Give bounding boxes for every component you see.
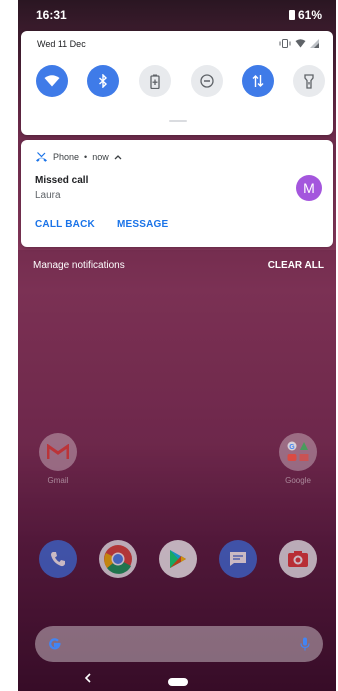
svg-text:G: G	[289, 444, 295, 451]
status-bar: 16:31 61%	[18, 0, 336, 28]
dock-chrome[interactable]	[98, 540, 138, 578]
qs-system-icons	[279, 39, 319, 48]
notification-separator: •	[84, 152, 88, 162]
notification-caller: Laura	[35, 190, 61, 201]
wifi-icon	[44, 75, 60, 87]
do-not-disturb-icon	[200, 74, 214, 88]
home-button[interactable]	[168, 678, 188, 686]
clear-all-button[interactable]: CLEAR ALL	[268, 260, 324, 271]
gmail-icon	[39, 433, 77, 471]
notification-actions: CALL BACK MESSAGE	[35, 219, 168, 230]
cell-signal-icon	[310, 39, 319, 48]
qs-tiles	[36, 65, 326, 97]
messages-icon	[219, 540, 257, 578]
phone-icon	[39, 540, 77, 578]
tile-mobile-data[interactable]	[242, 65, 274, 97]
status-time: 16:31	[36, 8, 67, 22]
quick-settings-panel: Wed 11 Dec	[21, 31, 333, 135]
missed-call-icon	[36, 152, 47, 162]
notification-header: Phone • now	[35, 152, 122, 162]
qs-date: Wed 11 Dec	[37, 39, 86, 49]
app-gmail[interactable]: Gmail	[38, 433, 78, 485]
dock-camera[interactable]	[278, 540, 318, 578]
message-button[interactable]: MESSAGE	[117, 219, 168, 230]
tile-battery-saver[interactable]	[139, 65, 171, 97]
google-logo-icon	[49, 638, 61, 650]
battery-indicator: 61%	[288, 8, 322, 22]
notification-title: Missed call	[35, 175, 89, 186]
battery-saver-icon	[150, 74, 160, 89]
back-chevron-icon[interactable]	[84, 672, 92, 684]
notification-time: now	[92, 152, 109, 162]
dock-messages[interactable]	[218, 540, 258, 578]
app-label-gmail: Gmail	[47, 476, 69, 485]
tile-wifi[interactable]	[36, 65, 68, 97]
vibrate-icon	[279, 39, 291, 48]
manage-notifications-link[interactable]: Manage notifications	[33, 260, 125, 271]
notification-app-name: Phone	[53, 152, 80, 162]
battery-icon	[288, 10, 295, 20]
google-search-bar[interactable]	[35, 626, 323, 662]
expand-handle[interactable]	[169, 120, 187, 122]
play-store-icon	[159, 540, 197, 578]
call-back-button[interactable]: CALL BACK	[35, 219, 95, 230]
google-folder-icon: G	[279, 433, 317, 471]
chevron-up-icon[interactable]	[114, 154, 122, 160]
camera-icon	[279, 540, 317, 578]
caller-avatar: M	[296, 175, 322, 201]
tile-flashlight[interactable]	[293, 65, 325, 97]
bluetooth-icon	[99, 74, 108, 88]
dock-play-store[interactable]	[158, 540, 198, 578]
navigation-bar	[18, 672, 336, 691]
chrome-icon	[99, 540, 137, 578]
flashlight-icon	[304, 73, 314, 89]
microphone-icon[interactable]	[300, 637, 310, 651]
wifi-signal-icon	[295, 39, 306, 48]
app-label-google: Google	[285, 476, 311, 485]
app-google-folder[interactable]: G Google	[278, 433, 318, 485]
phone-screen: 16:31 61% Wed 11 Dec Phone • now Missed …	[18, 0, 336, 691]
dock-phone[interactable]	[38, 540, 78, 578]
tile-do-not-disturb[interactable]	[191, 65, 223, 97]
missed-call-notification[interactable]: Phone • now Missed call Laura M CALL BAC…	[21, 140, 333, 247]
battery-level: 61%	[297, 8, 322, 22]
tile-bluetooth[interactable]	[87, 65, 119, 97]
mobile-data-icon	[252, 75, 264, 87]
